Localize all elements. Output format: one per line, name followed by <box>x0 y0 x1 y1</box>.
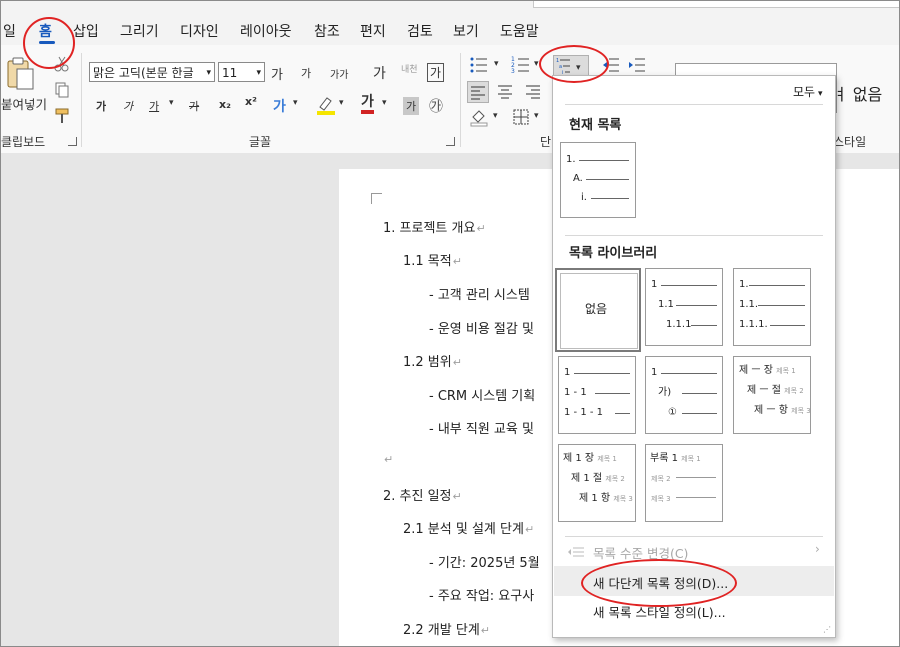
chevron-down-icon[interactable]: ▾ <box>534 111 539 121</box>
annotation-circle-define-new <box>581 559 737 607</box>
bullets-icon[interactable] <box>469 55 491 77</box>
chevron-down-icon[interactable]: ▾ <box>293 98 298 108</box>
resize-grip-icon[interactable]: ⋰ <box>823 625 831 634</box>
format-painter-icon[interactable] <box>53 107 75 129</box>
doc-heading-1-2[interactable]: 1.2 범위↵ <box>403 351 462 370</box>
tab-insert[interactable]: 삽입 <box>73 21 99 41</box>
list-library-heading: 목록 라이브러리 <box>569 246 658 261</box>
tab-layout[interactable]: 레이아웃 <box>240 21 292 41</box>
word-window: 일 홈 삽입 그리기 디자인 레이아웃 참조 편지 검토 보기 도움말 붙여넣기 <box>0 0 900 647</box>
clipboard-group-label: 클립보드 <box>1 135 46 149</box>
strikethrough-button[interactable]: 가 <box>189 98 199 114</box>
annotation-circle-multilevel <box>539 45 609 83</box>
list-tile-chapter-dash[interactable]: 제 ㅡ 장 제목 1 제 ㅡ 절 제목 2 제 ㅡ 항 제목 3 <box>733 356 811 434</box>
margin-corner-mark <box>371 193 382 204</box>
grow-font-button[interactable]: 가 <box>271 64 283 83</box>
shrink-font-button[interactable]: 가 <box>301 65 311 81</box>
doc-empty-line[interactable]: ↵ <box>383 452 393 467</box>
filter-dropdown[interactable]: 모두 ▾ <box>793 83 822 100</box>
title-search-box[interactable] <box>533 1 899 8</box>
current-list-heading: 현재 목록 <box>569 118 622 133</box>
tab-design[interactable]: 디자인 <box>180 21 219 41</box>
chevron-down-icon: ▾ <box>256 68 261 78</box>
doc-bullet[interactable]: - 내부 직원 교육 및 <box>429 418 534 437</box>
change-case-button[interactable]: 가가 <box>330 66 348 81</box>
doc-bullet[interactable]: - 운영 비용 절감 및 <box>429 318 534 337</box>
font-launcher-icon[interactable] <box>446 137 455 146</box>
list-tile-decimal[interactable]: 1 1.1 1.1.1 <box>645 268 723 346</box>
list-tile-korean[interactable]: 1 가) ① <box>645 356 723 434</box>
list-tile-decimal-dot[interactable]: 1. 1.1. 1.1.1. <box>733 268 811 346</box>
change-level-icon <box>567 546 585 562</box>
font-size-combo[interactable]: 11 ▾ <box>218 62 265 82</box>
list-tile-dash[interactable]: 1 1 - 1 1 - 1 - 1 <box>558 356 636 434</box>
enclose-characters-button[interactable]: ㉮ <box>429 96 443 116</box>
copy-icon[interactable] <box>53 81 75 103</box>
increase-indent-icon[interactable] <box>627 55 649 77</box>
underline-button[interactable]: 가 <box>149 98 159 114</box>
italic-button[interactable]: 가 <box>123 98 133 114</box>
dropdown-separator <box>565 536 823 537</box>
clipboard-launcher-icon[interactable] <box>68 137 77 146</box>
multilevel-list-dropdown: 모두 ▾ 현재 목록 1. A. i. 목록 라이브러리 없음 1 1.1 1.… <box>552 75 836 638</box>
chevron-down-icon: ▾ <box>206 68 211 78</box>
doc-bullet[interactable]: - 기간: 2025년 5월 <box>429 552 540 571</box>
tab-view[interactable]: 보기 <box>453 21 479 41</box>
bold-button[interactable]: 가 <box>96 98 106 114</box>
tab-draw[interactable]: 그리기 <box>120 21 159 41</box>
current-list-tile[interactable]: 1. A. i. <box>560 142 636 218</box>
dropdown-separator <box>565 104 823 105</box>
svg-text:3: 3 <box>511 68 515 75</box>
doc-bullet[interactable]: - 고객 관리 시스템 <box>429 284 530 303</box>
chevron-down-icon[interactable]: ▾ <box>493 111 498 121</box>
chevron-down-icon[interactable]: ▾ <box>494 59 499 69</box>
tab-help[interactable]: 도움말 <box>500 21 539 41</box>
list-tile-chapter-number[interactable]: 제 1 장 제목 1 제 1 절 제목 2 제 1 항 제목 3 <box>558 444 636 522</box>
font-name-combo[interactable]: 맑은 고딕(본문 한글 ▾ <box>89 62 215 82</box>
chevron-right-icon: › <box>815 542 820 556</box>
superscript-button[interactable]: x² <box>245 95 257 108</box>
chevron-down-icon[interactable]: ▾ <box>169 98 174 108</box>
group-divider <box>460 53 461 147</box>
chevron-down-icon[interactable]: ▾ <box>382 98 387 108</box>
menu-bar: 일 홈 삽입 그리기 디자인 레이아웃 참조 편지 검토 보기 도움말 <box>1 1 899 45</box>
doc-heading-2-1[interactable]: 2.1 분석 및 설계 단계↵ <box>403 518 534 537</box>
align-left-icon[interactable] <box>467 81 489 103</box>
numbering-icon[interactable]: 123 <box>511 55 533 77</box>
highlight-icon[interactable] <box>315 95 337 117</box>
phonetic-guide-button[interactable]: 내천 <box>401 62 418 75</box>
character-shading-button[interactable]: 가 <box>403 97 420 115</box>
shading-icon[interactable] <box>469 107 491 129</box>
character-border-button[interactable]: 가 <box>427 63 445 82</box>
tab-file[interactable]: 일 <box>3 21 16 41</box>
dropdown-separator <box>565 235 823 236</box>
doc-heading-2[interactable]: 2. 추진 일정↵ <box>383 485 462 504</box>
tab-references[interactable]: 참조 <box>314 21 340 41</box>
tab-review[interactable]: 검토 <box>407 21 433 41</box>
doc-heading-1[interactable]: 1. 프로젝트 개요↵ <box>383 217 486 236</box>
doc-bullet[interactable]: - CRM 시스템 기획 <box>429 385 535 404</box>
tab-mailings[interactable]: 편지 <box>360 21 386 41</box>
chevron-down-icon[interactable]: ▾ <box>339 98 344 108</box>
doc-bullet[interactable]: - 주요 작업: 요구사 <box>429 585 534 604</box>
chevron-down-icon[interactable]: ▾ <box>534 59 539 69</box>
align-center-icon[interactable] <box>495 81 517 103</box>
styles-group-label: 스타일 <box>833 135 867 149</box>
doc-heading-1-1[interactable]: 1.1 목적↵ <box>403 250 462 269</box>
subscript-button[interactable]: x₂ <box>219 98 231 111</box>
doc-heading-2-2[interactable]: 2.2 개발 단계↵ <box>403 619 490 638</box>
font-group-label: 글꼴 <box>249 135 272 149</box>
paragraph-group-label: 단 <box>540 135 552 149</box>
font-color-button[interactable]: 가 <box>361 94 374 114</box>
align-right-icon[interactable] <box>523 81 545 103</box>
list-tile-none[interactable]: 없음 <box>555 268 641 352</box>
text-effects-button[interactable]: 가 <box>273 96 286 116</box>
clear-formatting-button[interactable]: 가 <box>373 63 386 83</box>
group-divider <box>81 53 82 147</box>
paste-button[interactable]: 붙여넣기 <box>1 94 47 113</box>
list-tile-appendix[interactable]: 부록 1 제목 1 제목 2 제목 3 <box>645 444 723 522</box>
annotation-circle-home <box>23 17 75 69</box>
style-no-spacing[interactable]: ㅕ 없음 <box>833 81 882 105</box>
borders-icon[interactable] <box>511 107 533 129</box>
